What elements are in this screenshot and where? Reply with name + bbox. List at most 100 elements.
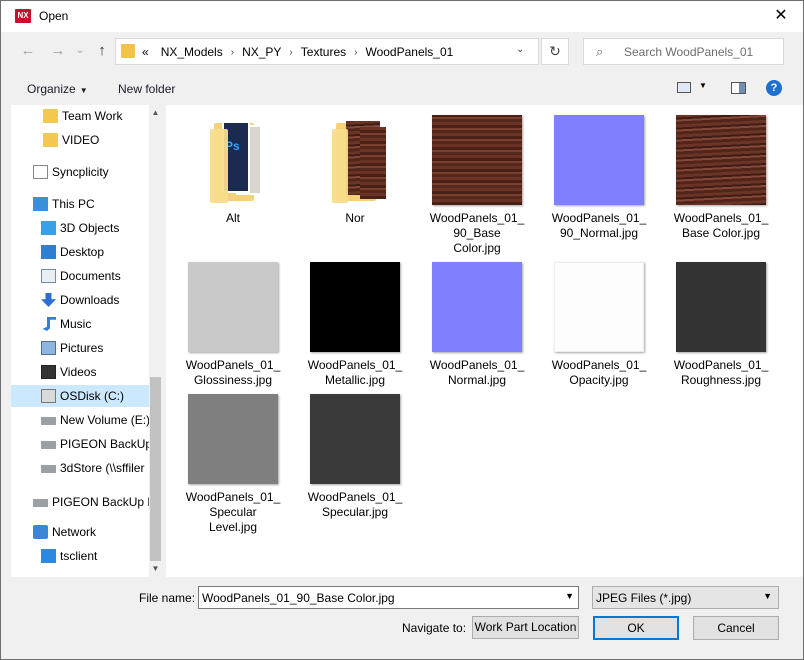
chevron-right-icon[interactable]: › (231, 47, 234, 58)
refresh-button[interactable]: ↻ (541, 38, 569, 65)
breadcrumb-woodpanels[interactable]: WoodPanels_01 (365, 45, 453, 59)
sidebar-item[interactable]: This PC (11, 193, 149, 215)
ok-button[interactable]: OK (593, 616, 679, 640)
file-name-label: WoodPanels_01_ Roughness.jpg (673, 358, 769, 387)
up-button[interactable]: ↑ (91, 40, 113, 62)
sidebar-item-label: 3dStore (\\sffiler (60, 461, 145, 475)
file-item[interactable]: WoodPanels_01_ Roughness.jpg (666, 262, 776, 402)
sidebar-item-label: Downloads (60, 293, 120, 307)
sidebar-item[interactable]: PIGEON BackUp D (11, 491, 156, 513)
navigation-scrollbar[interactable]: ▲ ▼ (149, 105, 162, 577)
breadcrumb-nx-py[interactable]: NX_PY (242, 45, 281, 59)
sidebar-item[interactable]: 3dStore (\\sffiler (11, 457, 149, 479)
file-item[interactable]: WoodPanels_01_ Base Color.jpg (666, 115, 776, 255)
nx-app-icon: NX (15, 9, 31, 23)
view-options-dropdown-icon[interactable]: ▼ (699, 81, 707, 90)
image-thumbnail (554, 115, 644, 205)
sidebar-item-label: New Volume (E:) (60, 413, 151, 427)
filetype-select[interactable]: JPEG Files (*.jpg) ▼ (592, 586, 779, 609)
filename-dropdown-icon[interactable]: ▼ (565, 591, 574, 601)
sidebar-item-label: 3D Objects (60, 221, 120, 235)
preview-pane-icon[interactable] (731, 82, 746, 94)
drive-icon (41, 441, 56, 449)
sidebar-item[interactable]: tsclient (11, 545, 149, 567)
image-thumbnail (310, 394, 400, 484)
breadcrumb-nx-models[interactable]: NX_Models (161, 45, 223, 59)
sidebar-item[interactable]: Pictures (11, 337, 149, 359)
new-folder-button[interactable]: New folder (118, 82, 175, 96)
search-icon: ⌕ (596, 44, 604, 59)
folder-icon (310, 115, 400, 205)
search-input[interactable]: ⌕ Search WoodPanels_01 (583, 38, 784, 65)
file-name-label: Alt (225, 211, 240, 225)
scroll-down-icon[interactable]: ▼ (149, 561, 162, 577)
file-item[interactable]: WoodPanels_01_ Specular Level.jpg (178, 394, 288, 534)
file-item[interactable]: WoodPanels_01_ 90_Base Color.jpg (422, 115, 532, 255)
file-item[interactable]: WoodPanels_01_ 90_Normal.jpg (544, 115, 654, 255)
organize-button[interactable]: Organize ▼ (27, 82, 88, 96)
filename-input[interactable]: WoodPanels_01_90_Base Color.jpg ▼ (198, 586, 579, 609)
file-name-label: WoodPanels_01_ Metallic.jpg (307, 358, 403, 387)
sidebar-item[interactable]: Videos (11, 361, 149, 383)
filetype-dropdown-icon[interactable]: ▼ (763, 591, 772, 601)
file-name-label: Nor (345, 211, 365, 225)
sidebar-item[interactable]: Network (11, 521, 149, 543)
sidebar-item[interactable]: VIDEO (11, 129, 149, 151)
music-icon (42, 317, 56, 331)
sidebar-item[interactable]: Music (11, 313, 149, 335)
image-thumbnail (676, 262, 766, 352)
file-name-label: WoodPanels_01_ Specular.jpg (307, 490, 403, 519)
folder-item[interactable]: Nor (300, 115, 410, 255)
sidebar-item[interactable]: OSDisk (C:) (11, 385, 149, 407)
chevron-right-icon[interactable]: › (289, 47, 292, 58)
cube-icon (41, 221, 56, 235)
forward-button[interactable]: → (47, 40, 69, 62)
documents-icon (41, 269, 56, 283)
image-thumbnail (554, 262, 644, 352)
sidebar-item-label: tsclient (60, 549, 98, 563)
chevron-right-icon[interactable]: › (354, 47, 357, 58)
file-item[interactable]: WoodPanels_01_ Normal.jpg (422, 262, 532, 402)
navigate-to-label: Navigate to: (402, 621, 467, 635)
address-dropdown-icon[interactable]: ⌄ (516, 44, 524, 55)
cancel-button[interactable]: Cancel (693, 616, 779, 640)
file-item[interactable]: WoodPanels_01_ Metallic.jpg (300, 262, 410, 402)
file-item[interactable]: WoodPanels_01_ Opacity.jpg (544, 262, 654, 402)
recent-dropdown-icon[interactable]: ⌄ (69, 40, 91, 62)
sidebar-item-label: OSDisk (C:) (60, 389, 124, 403)
work-part-location-button[interactable]: Work Part Location (472, 616, 579, 639)
scroll-up-icon[interactable]: ▲ (149, 105, 162, 121)
image-thumbnail (188, 394, 278, 484)
sidebar-item[interactable]: Desktop (11, 241, 149, 263)
sidebar-item[interactable]: New Volume (E:) (11, 409, 151, 431)
file-item[interactable]: WoodPanels_01_ Specular.jpg (300, 394, 410, 534)
folder-icon (43, 133, 58, 147)
drive-icon (41, 417, 56, 425)
sidebar-item-label: Network (52, 525, 97, 539)
sidebar-item-label: Videos (60, 365, 97, 379)
sidebar-item[interactable]: Team Work (11, 105, 149, 127)
breadcrumb-textures[interactable]: Textures (301, 45, 346, 59)
sidebar-item[interactable]: Downloads (11, 289, 149, 311)
video-icon (41, 365, 56, 379)
folder-item[interactable]: Ps Alt (178, 115, 288, 255)
address-bar[interactable]: « NX_Models › NX_PY › Textures › WoodPan… (115, 38, 539, 65)
back-button[interactable]: ← (17, 40, 39, 62)
file-name-label: WoodPanels_01_ Specular Level.jpg (185, 490, 281, 534)
scroll-thumb[interactable] (150, 377, 161, 561)
sidebar-item[interactable]: Documents (11, 265, 149, 287)
file-item[interactable]: WoodPanels_01_ Glossiness.jpg (178, 262, 288, 402)
sidebar-item[interactable]: 3D Objects (11, 217, 149, 239)
open-dialog: NX Open ✕ ← → ⌄ ↑ « NX_Models › NX_PY › … (0, 0, 804, 660)
breadcrumb-overflow[interactable]: « (142, 45, 149, 59)
network-icon (33, 525, 48, 539)
folder-icon (121, 44, 135, 58)
filename-label: File name: (139, 591, 196, 605)
change-view-icon[interactable] (677, 82, 691, 93)
close-button[interactable]: ✕ (769, 4, 793, 28)
sidebar-item[interactable]: Syncplicity (11, 161, 149, 183)
sidebar-item[interactable]: PIGEON BackUp (11, 433, 152, 455)
sidebar-item-label: Documents (60, 269, 121, 283)
file-name-label: WoodPanels_01_ 90_Base Color.jpg (429, 211, 525, 255)
help-icon[interactable]: ? (766, 80, 782, 96)
